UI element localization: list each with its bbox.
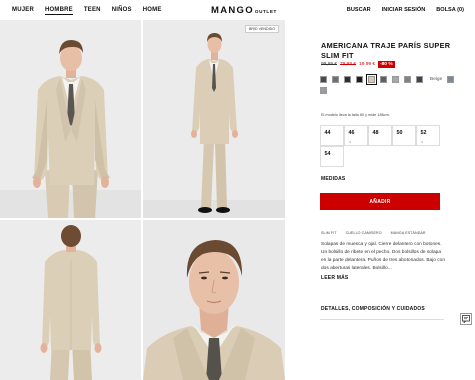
- color-swatch[interactable]: [332, 76, 339, 83]
- size-grid: 44 46 • 48 50 52 • 54: [319, 124, 440, 167]
- main-nav: MUJER HOMBRE TEEN NIÑOS HOME: [12, 7, 162, 15]
- price-current: 19,99 €: [359, 62, 376, 67]
- size-availability-dot: •: [349, 138, 351, 144]
- discount-badge: -80 %: [378, 61, 395, 68]
- color-swatches: Beige: [320, 74, 465, 94]
- color-swatch[interactable]: [447, 76, 455, 83]
- color-swatch[interactable]: [380, 76, 387, 83]
- size-label: 50: [396, 129, 403, 136]
- price-previous: 79,99 €: [340, 62, 357, 67]
- size-availability-dot: •: [421, 138, 423, 144]
- product-image-closeup[interactable]: [143, 220, 285, 380]
- chat-icon: [462, 315, 470, 323]
- size-label: 48: [372, 129, 379, 136]
- chat-button[interactable]: [460, 313, 472, 325]
- size-option[interactable]: 54: [319, 145, 344, 167]
- search-link[interactable]: BUSCAR: [347, 7, 371, 13]
- size-option[interactable]: 48: [367, 124, 392, 146]
- color-swatch[interactable]: [404, 76, 411, 83]
- product-image-back[interactable]: [0, 220, 141, 380]
- product-description: Solapas de muesca y ojal. Cierre delante…: [321, 242, 446, 271]
- read-more-link[interactable]: LEER MÁS: [321, 275, 348, 281]
- price-block: 99,99 € 79,99 € 19,99 € -80 %: [321, 61, 395, 68]
- tag-collar: CUELLO CAMISERO: [345, 231, 382, 235]
- size-label: 46: [348, 129, 355, 136]
- sold-badge: BRID VENDIDO: [245, 25, 279, 33]
- divider: [320, 319, 444, 320]
- nav-ninos[interactable]: NIÑOS: [112, 7, 132, 15]
- color-swatch[interactable]: [392, 76, 399, 83]
- login-link[interactable]: INICIAR SESIÓN: [382, 7, 426, 13]
- product-tags: SLIM FIT CUELLO CAMISERO MANGA ESTÁNDAR: [321, 231, 426, 235]
- size-option[interactable]: 46 •: [343, 124, 368, 146]
- tag-fit: SLIM FIT: [321, 231, 337, 235]
- product-image-front-model[interactable]: [0, 20, 141, 218]
- logo[interactable]: MANGOOUTLET: [211, 5, 277, 16]
- nav-home[interactable]: HOME: [143, 7, 162, 15]
- color-swatch[interactable]: [320, 87, 327, 94]
- details-accordion[interactable]: DETALLES, COMPOSICIÓN Y CUIDADOS: [321, 306, 425, 312]
- color-swatch[interactable]: [344, 76, 351, 83]
- nav-teen[interactable]: TEEN: [84, 7, 101, 15]
- size-label: 52: [420, 129, 427, 136]
- size-option[interactable]: 44: [319, 124, 344, 146]
- size-label: 54: [324, 150, 331, 157]
- size-option[interactable]: 52 •: [415, 124, 440, 146]
- color-swatch[interactable]: [366, 74, 377, 85]
- nav-hombre[interactable]: HOMBRE: [45, 7, 73, 15]
- price-original: 99,99 €: [321, 62, 338, 67]
- measures-link[interactable]: MEDIDAS: [321, 176, 345, 182]
- model-size-note: El modelo lleva la talla 60 y mide 186cm…: [321, 113, 390, 117]
- tag-sleeve: MANGA ESTÁNDAR: [390, 231, 426, 235]
- bag-link[interactable]: BOLSA (0): [436, 7, 464, 13]
- size-label: 44: [324, 129, 331, 136]
- product-title: AMERICANA TRAJE PARÍS SUPER SLIM FIT: [321, 41, 451, 60]
- site-header: MUJER HOMBRE TEEN NIÑOS HOME MANGOOUTLET…: [0, 0, 475, 20]
- product-image-full-body[interactable]: BRID VENDIDO: [143, 20, 285, 218]
- color-name: Beige: [430, 77, 443, 82]
- color-swatch[interactable]: [320, 76, 327, 83]
- size-option[interactable]: 50: [391, 124, 416, 146]
- nav-mujer[interactable]: MUJER: [12, 7, 34, 15]
- color-swatch[interactable]: [416, 76, 423, 83]
- color-swatch[interactable]: [356, 76, 363, 83]
- header-actions: BUSCAR INICIAR SESIÓN BOLSA (0): [347, 7, 464, 13]
- add-to-bag-button[interactable]: AÑADIR: [320, 193, 440, 210]
